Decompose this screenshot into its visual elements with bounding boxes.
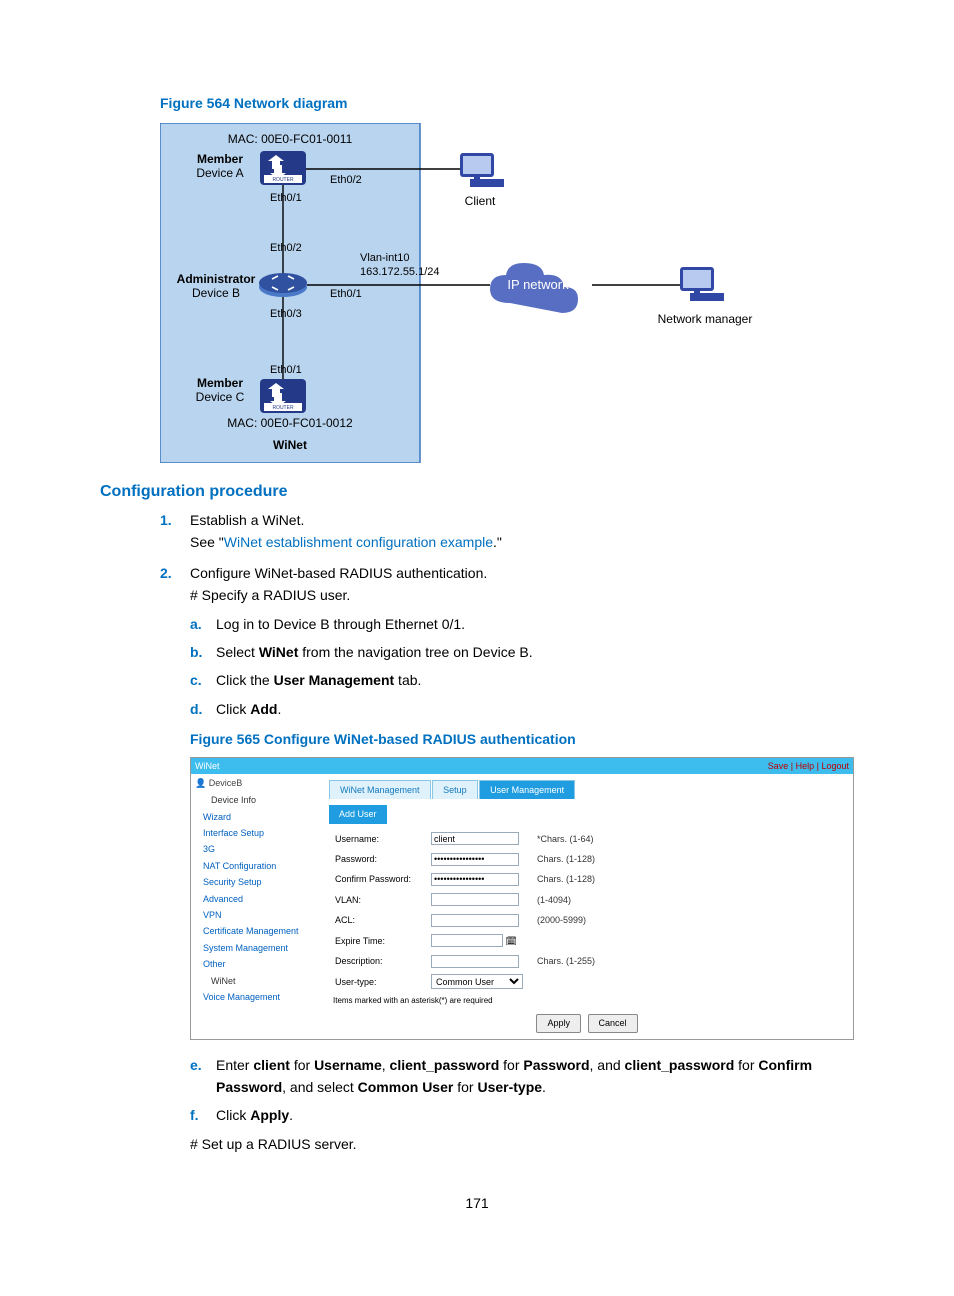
step-2-note-2: # Set up a RADIUS server. xyxy=(190,1133,854,1155)
ip-network-label: IP network xyxy=(507,277,569,292)
svg-text:Eth0/1: Eth0/1 xyxy=(270,364,302,376)
nav-voice[interactable]: Voice Management xyxy=(191,989,321,1005)
nav-other[interactable]: Other xyxy=(191,956,321,972)
apply-button[interactable]: Apply xyxy=(536,1014,581,1032)
member-a-label: Member xyxy=(197,152,243,166)
winet-label: WiNet xyxy=(273,438,307,452)
mac-c-label: MAC: 00E0-FC01-0012 xyxy=(227,416,353,430)
step-1-text: Establish a WiNet. xyxy=(190,512,304,528)
step-1: 1. Establish a WiNet. See "WiNet establi… xyxy=(160,509,854,554)
svg-text:Eth0/1: Eth0/1 xyxy=(330,288,362,300)
step-2: 2. Configure WiNet-based RADIUS authenti… xyxy=(160,562,854,1155)
nav-device-info[interactable]: Device Info xyxy=(191,792,321,808)
nav-winet[interactable]: WiNet xyxy=(191,973,321,989)
password-hint: Chars. (1-128) xyxy=(533,850,843,868)
required-note: Items marked with an asterisk(*) are req… xyxy=(329,993,845,1010)
figure-564-title: Figure 564 Network diagram xyxy=(160,95,854,111)
expire-time-input[interactable] xyxy=(431,934,503,947)
acl-label: ACL: xyxy=(331,911,425,929)
password-input[interactable] xyxy=(431,853,519,866)
substep-e: e. Enter client for Username, client_pas… xyxy=(190,1054,854,1099)
user-type-label: User-type: xyxy=(331,972,425,991)
username-hint: *Chars. (1-64) xyxy=(533,830,843,848)
confirm-password-hint: Chars. (1-128) xyxy=(533,870,843,888)
winet-screenshot: WiNet Save | Help | Logout 👤 DeviceB Dev… xyxy=(190,757,854,1040)
nav-interface-setup[interactable]: Interface Setup xyxy=(191,825,321,841)
member-c-label: Member xyxy=(197,376,243,390)
nav-3g[interactable]: 3G xyxy=(191,841,321,857)
nav-nat[interactable]: NAT Configuration xyxy=(191,858,321,874)
svg-text:Eth0/2: Eth0/2 xyxy=(330,174,362,186)
device-header: DeviceB xyxy=(209,778,243,788)
step-2-num: 2. xyxy=(160,562,172,584)
device-c-label: Device C xyxy=(196,390,245,404)
nav-security[interactable]: Security Setup xyxy=(191,874,321,890)
acl-input[interactable] xyxy=(431,914,519,927)
nav-advanced[interactable]: Advanced xyxy=(191,891,321,907)
nav-vpn[interactable]: VPN xyxy=(191,907,321,923)
vlan-input[interactable] xyxy=(431,893,519,906)
substep-a: a. Log in to Device B through Ethernet 0… xyxy=(190,613,854,635)
page-number: 171 xyxy=(100,1195,854,1211)
nav-tree: 👤 DeviceB Device Info Wizard Interface S… xyxy=(191,774,321,1039)
nav-cert[interactable]: Certificate Management xyxy=(191,923,321,939)
tab-user-management[interactable]: User Management xyxy=(479,780,575,799)
calendar-icon[interactable]: 🗓 xyxy=(506,936,517,946)
nav-wizard[interactable]: Wizard xyxy=(191,809,321,825)
svg-text:Eth0/2: Eth0/2 xyxy=(270,242,302,254)
description-input[interactable] xyxy=(431,955,519,968)
network-diagram: MAC: 00E0-FC01-0011 Member Device A ROUT… xyxy=(160,123,854,463)
username-label: Username: xyxy=(331,830,425,848)
mac-a-label: MAC: 00E0-FC01-0011 xyxy=(228,132,353,146)
figure-565-title: Figure 565 Configure WiNet-based RADIUS … xyxy=(190,728,854,750)
svg-text:Eth0/1: Eth0/1 xyxy=(270,192,302,204)
nav-system[interactable]: System Management xyxy=(191,940,321,956)
substep-b: b. Select WiNet from the navigation tree… xyxy=(190,641,854,663)
user-type-select[interactable]: Common User xyxy=(431,974,523,989)
vlan-label: Vlan-int10 xyxy=(360,252,410,264)
administrator-label: Administrator xyxy=(177,272,256,286)
network-manager-label: Network manager xyxy=(658,312,753,326)
add-user-header: Add User xyxy=(329,805,387,823)
substep-d: d. Click Add. xyxy=(190,698,854,720)
client-label: Client xyxy=(465,194,496,208)
step-2-text: Configure WiNet-based RADIUS authenticat… xyxy=(190,565,487,581)
step-1-num: 1. xyxy=(160,509,172,531)
username-input[interactable] xyxy=(431,832,519,845)
svg-text:ROUTER: ROUTER xyxy=(272,177,294,183)
substep-c: c. Click the User Management tab. xyxy=(190,669,854,691)
device-b-label: Device B xyxy=(192,286,240,300)
substep-f: f. Click Apply. xyxy=(190,1104,854,1126)
vlan-label: VLAN: xyxy=(331,891,425,909)
svg-text:ROUTER: ROUTER xyxy=(272,405,294,411)
expire-time-label: Expire Time: xyxy=(331,932,425,950)
cancel-button[interactable]: Cancel xyxy=(588,1014,638,1032)
confirm-password-label: Confirm Password: xyxy=(331,870,425,888)
winet-example-link[interactable]: WiNet establishment configuration exampl… xyxy=(224,534,493,550)
description-label: Description: xyxy=(331,952,425,970)
password-label: Password: xyxy=(331,850,425,868)
tab-setup[interactable]: Setup xyxy=(432,780,478,799)
vlan-ip-label: 163.172.55.1/24 xyxy=(360,266,440,278)
sc-title: WiNet xyxy=(195,759,220,773)
device-a-label: Device A xyxy=(196,166,243,180)
tab-winet-management[interactable]: WiNet Management xyxy=(329,780,431,799)
svg-text:Eth0/3: Eth0/3 xyxy=(270,308,302,320)
configuration-procedure-heading: Configuration procedure xyxy=(100,483,854,501)
document-page: Figure 564 Network diagram MAC: 00E0-FC0… xyxy=(0,0,954,1251)
confirm-password-input[interactable] xyxy=(431,873,519,886)
step-2-note: # Specify a RADIUS user. xyxy=(190,587,350,603)
vlan-hint: (1-4094) xyxy=(533,891,843,909)
sc-header-links[interactable]: Save | Help | Logout xyxy=(768,759,849,773)
description-hint: Chars. (1-255) xyxy=(533,952,843,970)
acl-hint: (2000-5999) xyxy=(533,911,843,929)
